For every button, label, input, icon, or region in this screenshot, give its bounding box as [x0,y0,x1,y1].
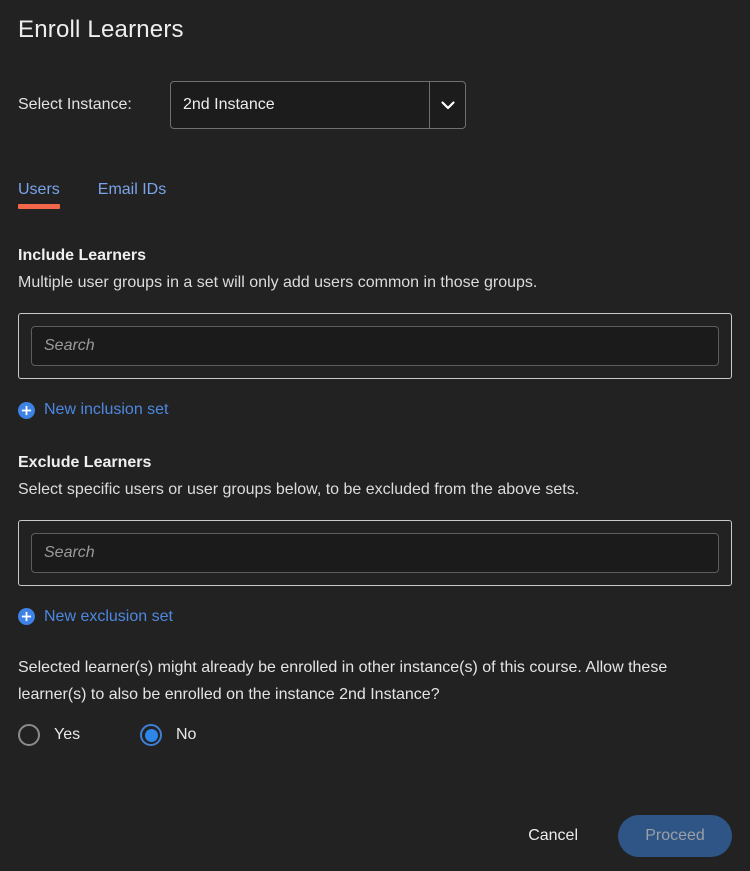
tab-users[interactable]: Users [18,181,60,209]
instance-select-label: Select Instance: [18,96,132,113]
instance-selector-row: Select Instance: 2nd Instance [18,81,732,129]
new-exclusion-set-label: New exclusion set [44,607,173,625]
instance-select[interactable]: 2nd Instance [170,81,466,129]
radio-circle-no[interactable] [140,724,162,746]
page-title: Enroll Learners [18,16,184,43]
instance-select-value: 2nd Instance [183,96,275,113]
radio-circle-yes[interactable] [18,724,40,746]
exclude-learners-description: Select specific users or user groups bel… [18,480,580,498]
radio-label-no: No [176,726,197,743]
radio-option-no[interactable]: No [140,724,196,746]
enroll-learners-dialog: Enroll Learners Select Instance: 2nd Ins… [0,0,750,871]
include-set-container [18,313,732,379]
exclude-set-container [18,519,732,586]
exclude-search-input[interactable] [31,532,719,573]
new-exclusion-set-link[interactable]: New exclusion set [18,608,173,626]
include-learners-title: Include Learners [18,247,147,264]
exclude-learners-section: Exclude Learners Select specific users o… [18,452,732,631]
include-search-input[interactable] [31,326,719,366]
allow-enrollment-radio-group: Yes No [18,724,732,746]
include-learners-description: Multiple user groups in a set will only … [18,274,538,291]
tab-bar: Users Email IDs [18,171,732,209]
enrollment-notice-text: Selected learner(s) might already be enr… [18,659,668,703]
plus-circle-icon [18,608,35,625]
chevron-down-icon[interactable] [429,82,465,128]
tab-email-ids[interactable]: Email IDs [98,181,166,209]
exclude-learners-title: Exclude Learners [18,453,152,471]
new-inclusion-set-label: New inclusion set [44,401,169,418]
radio-label-yes: Yes [54,726,81,743]
radio-option-yes[interactable]: Yes [18,724,140,746]
cancel-button[interactable]: Cancel [514,817,592,855]
include-learners-section: Include Learners Multiple user groups in… [18,245,732,424]
new-inclusion-set-link[interactable]: New inclusion set [18,401,169,419]
plus-circle-icon [18,401,35,419]
dialog-footer: Cancel Proceed [514,815,732,857]
proceed-button[interactable]: Proceed [618,815,732,857]
